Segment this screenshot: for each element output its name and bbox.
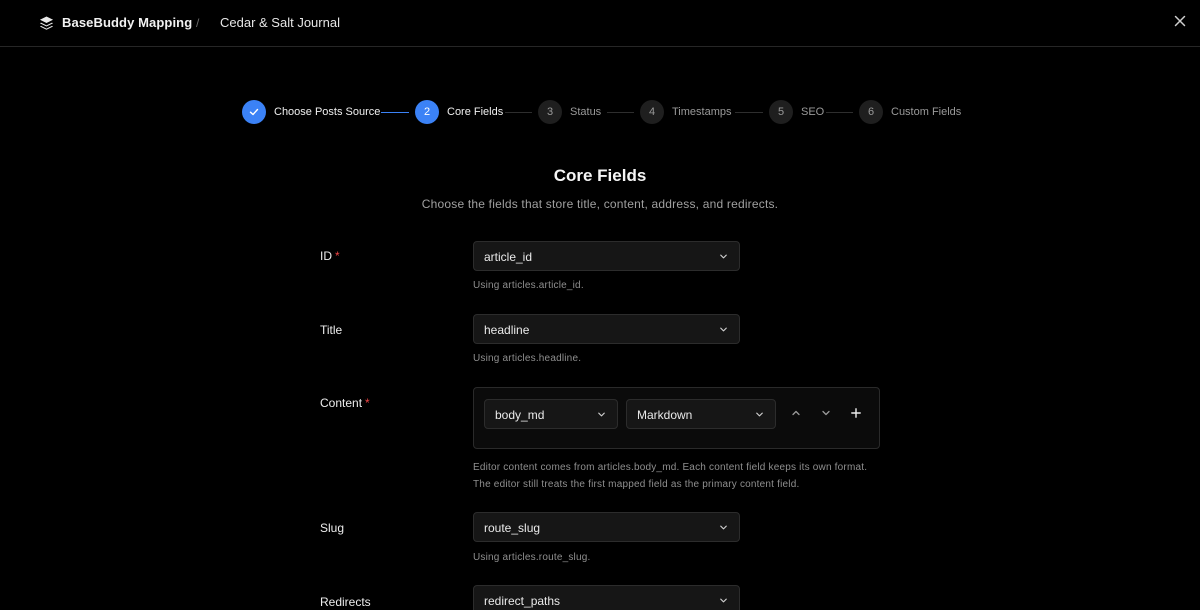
close-icon[interactable] — [1171, 12, 1189, 30]
id-select[interactable]: article_id — [473, 241, 740, 271]
chevron-down-icon — [756, 412, 763, 417]
slug-help-text: Using articles.route_slug. — [473, 552, 591, 563]
move-down-button[interactable] — [816, 403, 836, 423]
content-field-value: body_md — [495, 408, 545, 422]
content-help-text-secondary: The editor still treats the first mapped… — [473, 479, 800, 490]
top-bar: BaseBuddy Mapping / Cedar & Salt Journal — [0, 0, 1200, 47]
step-connector — [607, 112, 634, 113]
content-field-label: Content * — [320, 396, 370, 410]
step-custom-fields[interactable]: 6 Custom Fields — [859, 100, 961, 124]
step-label: Timestamps — [672, 106, 732, 118]
id-help-text: Using articles.article_id. — [473, 280, 584, 291]
step-number: 2 — [415, 100, 439, 124]
step-label: Status — [570, 106, 602, 118]
chevron-down-icon — [720, 327, 727, 332]
required-marker: * — [365, 396, 370, 410]
redirects-select-value: redirect_paths — [484, 594, 561, 608]
required-marker: * — [335, 249, 340, 263]
id-select-value: article_id — [484, 250, 533, 264]
content-format-value: Markdown — [637, 408, 693, 422]
title-help-text: Using articles.headline. — [473, 353, 582, 364]
content-mapping-row: body_md Markdown — [473, 387, 880, 449]
chevron-down-icon — [822, 410, 830, 416]
step-connector — [826, 112, 853, 113]
step-complete-badge — [242, 100, 266, 124]
check-icon — [249, 108, 259, 116]
content-format-select[interactable]: Markdown — [626, 399, 776, 429]
page-title: Core Fields — [553, 166, 647, 185]
redirects-label-text: Redirects — [320, 595, 371, 609]
id-field-label: ID * — [320, 249, 340, 263]
app-title: BaseBuddy Mapping — [62, 15, 193, 30]
title-select[interactable]: headline — [473, 314, 740, 344]
step-seo[interactable]: 5 SEO — [769, 100, 824, 124]
step-label: SEO — [801, 106, 825, 118]
layers-icon — [39, 16, 54, 30]
breadcrumb-separator: / — [196, 16, 200, 30]
chevron-down-icon — [598, 412, 605, 417]
step-choose-posts-source[interactable]: Choose Posts Source — [242, 100, 380, 124]
content-label-text: Content — [320, 396, 363, 410]
step-connector — [735, 112, 763, 113]
chevron-up-icon — [792, 410, 800, 416]
step-timestamps[interactable]: 4 Timestamps — [640, 100, 732, 124]
slug-label-text: Slug — [320, 521, 345, 535]
title-select-value: headline — [484, 323, 530, 337]
project-name: Cedar & Salt Journal — [220, 15, 340, 30]
step-number: 5 — [769, 100, 793, 124]
step-number: 3 — [538, 100, 562, 124]
content-field-select[interactable]: body_md — [484, 399, 618, 429]
title-field-label: Title — [320, 323, 342, 337]
page-subtitle: Choose the fields that store title, cont… — [421, 197, 779, 211]
step-core-fields[interactable]: 2 Core Fields — [415, 100, 503, 124]
plus-icon — [851, 408, 861, 418]
chevron-down-icon — [720, 598, 727, 603]
slug-select-value: route_slug — [484, 521, 541, 535]
title-label-text: Title — [320, 323, 343, 337]
step-label: Core Fields — [447, 106, 504, 118]
content-help-text: Editor content comes from articles.body_… — [473, 462, 868, 473]
slug-select[interactable]: route_slug — [473, 512, 740, 542]
step-number: 4 — [640, 100, 664, 124]
move-up-button[interactable] — [786, 403, 806, 423]
chevron-down-icon — [720, 254, 727, 259]
add-content-field-button[interactable] — [846, 403, 866, 423]
redirects-field-label: Redirects — [320, 595, 371, 609]
wizard-stepper: Choose Posts Source 2 Core Fields 3 Stat… — [0, 100, 1200, 126]
chevron-down-icon — [720, 525, 727, 530]
id-label-text: ID — [320, 249, 332, 263]
step-connector — [381, 112, 409, 113]
step-number: 6 — [859, 100, 883, 124]
step-label: Custom Fields — [891, 106, 962, 118]
step-status[interactable]: 3 Status — [538, 100, 601, 124]
redirects-select[interactable]: redirect_paths — [473, 585, 740, 610]
step-label: Choose Posts Source — [274, 106, 381, 118]
slug-field-label: Slug — [320, 521, 344, 535]
step-connector — [505, 112, 532, 113]
